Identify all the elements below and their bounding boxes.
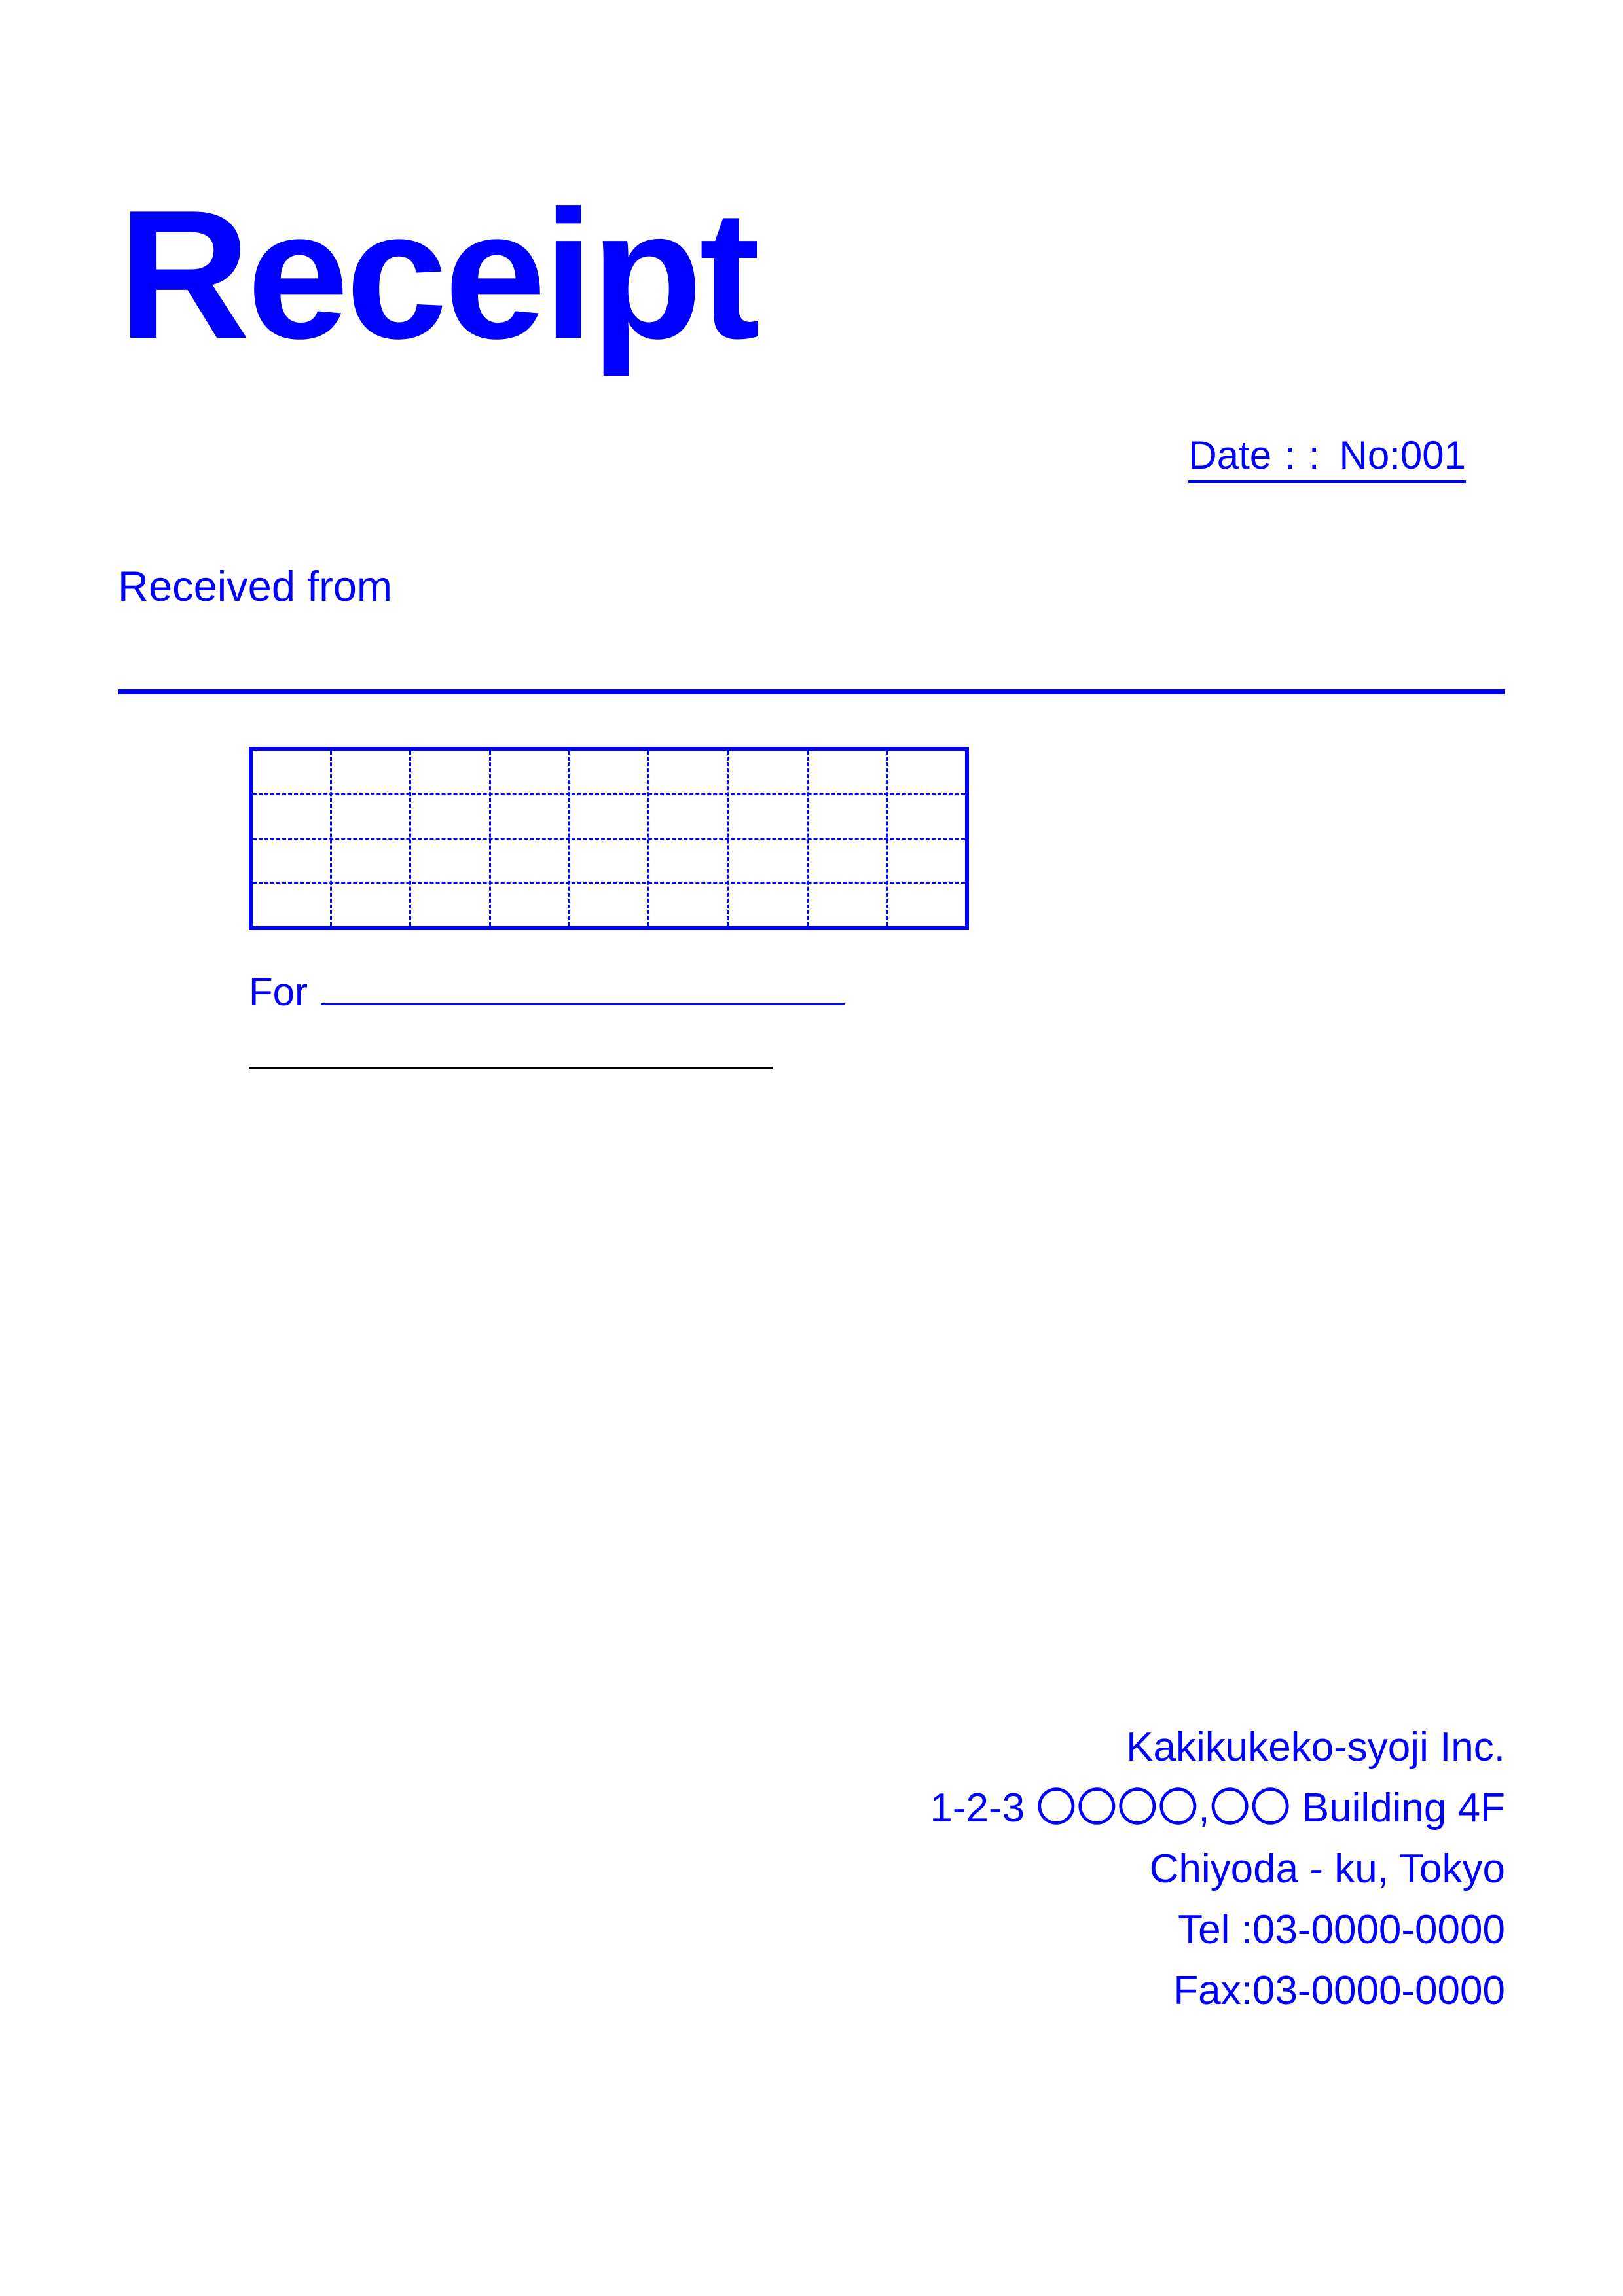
horizontal-divider bbox=[118, 689, 1505, 694]
for-line: For bbox=[249, 969, 969, 1014]
amount-row-1 bbox=[253, 751, 965, 795]
received-from-label: Received from bbox=[118, 562, 1505, 611]
date-sep2: : bbox=[1309, 433, 1320, 478]
date-block: Date : : No:001 bbox=[1188, 433, 1466, 483]
amount-box-container: For bbox=[249, 747, 969, 1069]
date-line-container: Date : : No:001 bbox=[118, 433, 1505, 483]
company-info: Kakikukeko-syoji Inc. 1-2-3 〇〇〇〇,〇〇 Buil… bbox=[930, 1717, 1505, 2021]
amount-row-4 bbox=[253, 884, 965, 926]
company-tel: Tel :03-0000-0000 bbox=[930, 1899, 1505, 1960]
date-label: Date bbox=[1188, 433, 1271, 478]
company-name: Kakikukeko-syoji Inc. bbox=[930, 1717, 1505, 1778]
receipt-page: Receipt Date : : No:001 Received from bbox=[0, 0, 1623, 2296]
company-fax: Fax:03-0000-0000 bbox=[930, 1960, 1505, 2021]
extra-underline bbox=[249, 1067, 773, 1069]
company-address1: 1-2-3 〇〇〇〇,〇〇 Building 4F bbox=[930, 1778, 1505, 1839]
date-sep1: : bbox=[1285, 433, 1296, 478]
for-underline bbox=[321, 986, 845, 1005]
date-no: No:001 bbox=[1340, 433, 1466, 478]
receipt-title: Receipt bbox=[118, 170, 1505, 380]
amount-box bbox=[249, 747, 969, 930]
amount-row-2 bbox=[253, 795, 965, 840]
company-address2: Chiyoda - ku, Tokyo bbox=[930, 1839, 1505, 1899]
amount-row-3 bbox=[253, 840, 965, 884]
for-label: For bbox=[249, 969, 308, 1014]
amount-rows bbox=[253, 751, 965, 926]
